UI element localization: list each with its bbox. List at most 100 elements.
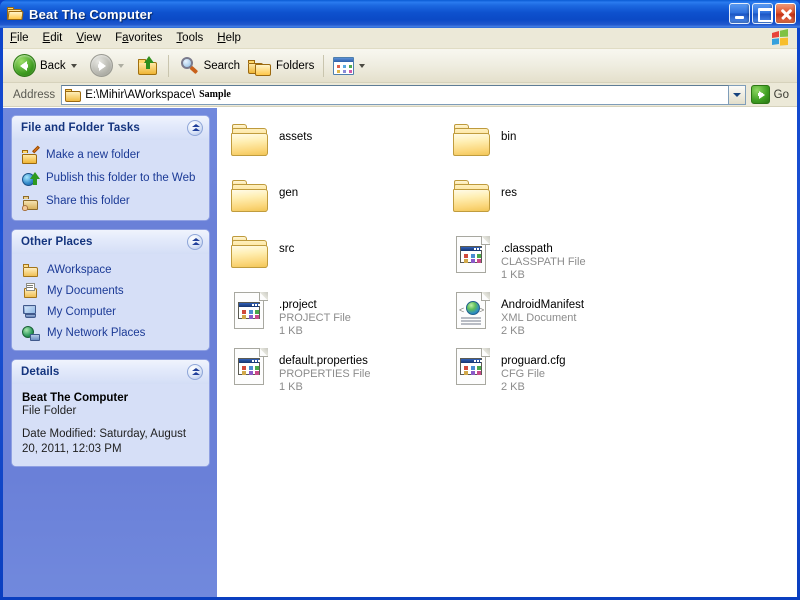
place-aworkspace[interactable]: AWorkspace — [22, 262, 201, 278]
file-list[interactable]: assets bin gen res src .classpath CLASSP… — [217, 108, 797, 597]
generic-file-icon — [229, 346, 273, 388]
main-area: File and Folder Tasks Make a new folder … — [3, 107, 797, 597]
window-controls — [729, 3, 796, 24]
list-item[interactable]: default.properties PROPERTIES File 1 KB — [227, 346, 449, 402]
task-share-folder[interactable]: Share this folder — [22, 194, 201, 211]
place-my-computer[interactable]: My Computer — [22, 304, 201, 320]
item-name: proguard.cfg — [501, 355, 566, 367]
item-type: CFG File — [501, 368, 545, 380]
explorer-window: Beat The Computer File Edit View Favorit… — [0, 0, 800, 600]
list-item[interactable]: proguard.cfg CFG File 2 KB — [449, 346, 671, 402]
toolbar-separator-2 — [323, 54, 325, 77]
my-documents-icon — [22, 283, 40, 299]
up-button[interactable] — [133, 52, 163, 80]
publish-web-icon — [22, 172, 40, 188]
task-make-new-folder[interactable]: Make a new folder — [22, 145, 201, 165]
back-dropdown-icon[interactable] — [70, 63, 77, 68]
menu-edit[interactable]: Edit — [36, 29, 70, 47]
panel-body: AWorkspace My Documents My Computer My N… — [12, 254, 209, 350]
list-item[interactable]: assets — [227, 122, 449, 178]
task-label: Share this folder — [46, 195, 130, 207]
item-size: 2 KB — [501, 325, 525, 337]
chevron-up-icon[interactable] — [187, 234, 203, 250]
item-name: .project — [279, 299, 317, 311]
maximize-button[interactable] — [752, 3, 773, 24]
forward-arrow-icon — [89, 54, 113, 77]
item-size: 1 KB — [279, 381, 303, 393]
folder-icon — [229, 122, 273, 164]
list-item[interactable]: .classpath CLASSPATH File 1 KB — [449, 234, 671, 290]
task-publish-to-web[interactable]: Publish this folder to the Web — [22, 171, 201, 188]
views-dropdown-icon[interactable] — [359, 63, 366, 68]
list-item[interactable]: src — [227, 234, 449, 290]
panel-body: Make a new folder Publish this folder to… — [12, 140, 209, 220]
list-item[interactable]: res — [449, 178, 671, 234]
folder-icon — [451, 178, 495, 220]
panel-header[interactable]: File and Folder Tasks — [12, 116, 209, 140]
list-item[interactable]: < > AndroidManifest XML Document 2 KB — [449, 290, 671, 346]
chevron-up-icon[interactable] — [187, 120, 203, 136]
views-button[interactable] — [329, 52, 374, 80]
title-bar: Beat The Computer — [0, 0, 800, 28]
generic-file-icon — [451, 346, 495, 388]
new-folder-icon — [22, 145, 40, 165]
panel-title: Other Places — [21, 236, 93, 248]
back-button[interactable]: Back — [9, 52, 86, 80]
generic-file-icon — [451, 234, 495, 276]
folder-icon — [229, 178, 273, 220]
file-grid: assets bin gen res src .classpath CLASSP… — [227, 122, 797, 402]
menu-bar: File Edit View Favorites Tools Help — [3, 28, 797, 49]
panel-other-places: Other Places AWorkspace My Documents My … — [12, 230, 209, 350]
place-label: My Computer — [47, 305, 117, 318]
task-pane: File and Folder Tasks Make a new folder … — [3, 108, 217, 597]
item-size: 1 KB — [501, 269, 525, 281]
menu-help[interactable]: Help — [210, 29, 248, 47]
panel-title: File and Folder Tasks — [21, 122, 140, 134]
close-button[interactable] — [775, 3, 796, 24]
list-item[interactable]: gen — [227, 178, 449, 234]
item-size: 2 KB — [501, 381, 525, 393]
item-type: PROPERTIES File — [279, 368, 371, 380]
go-arrow-icon — [750, 85, 770, 104]
windows-flag-icon — [772, 29, 788, 46]
share-folder-icon — [22, 195, 39, 211]
item-name: src — [279, 243, 295, 255]
window-folder-icon — [6, 6, 24, 22]
folder-icon — [229, 234, 273, 276]
panel-body: Beat The Computer File Folder Date Modif… — [12, 384, 209, 466]
list-item[interactable]: .project PROJECT File 1 KB — [227, 290, 449, 346]
search-button[interactable]: Search — [174, 52, 244, 80]
window-title: Beat The Computer — [29, 6, 153, 22]
folders-label: Folders — [276, 59, 315, 72]
panel-header[interactable]: Other Places — [12, 230, 209, 254]
network-places-icon — [22, 325, 40, 341]
minimize-button[interactable] — [729, 3, 750, 24]
place-label: My Network Places — [47, 326, 146, 339]
list-item[interactable]: bin — [449, 122, 671, 178]
place-my-network-places[interactable]: My Network Places — [22, 325, 201, 341]
window-body: File Edit View Favorites Tools Help Back — [3, 28, 797, 597]
address-input[interactable]: E:\Mihir\AWorkspace\ Sample — [61, 84, 729, 105]
address-dropdown-button[interactable] — [728, 84, 746, 105]
item-size: 1 KB — [279, 325, 303, 337]
forward-button[interactable] — [86, 52, 133, 80]
menu-view[interactable]: View — [69, 29, 108, 47]
menu-favorites[interactable]: Favorites — [108, 29, 169, 47]
menu-tools[interactable]: Tools — [169, 29, 210, 47]
item-type: PROJECT File — [279, 312, 351, 324]
task-label: Make a new folder — [46, 149, 140, 161]
item-name: assets — [279, 131, 313, 143]
address-label: Address — [13, 88, 56, 101]
go-button[interactable]: Go — [746, 85, 795, 104]
chevron-up-icon[interactable] — [187, 364, 203, 380]
item-name: res — [501, 187, 517, 199]
folders-button[interactable]: Folders — [244, 52, 318, 80]
xml-document-icon: < > — [451, 290, 495, 332]
item-type: XML Document — [501, 312, 577, 324]
menu-file[interactable]: File — [3, 29, 36, 47]
place-label: AWorkspace — [47, 263, 112, 276]
panel-header[interactable]: Details — [12, 360, 209, 384]
item-name: default.properties — [279, 355, 368, 367]
details-item-name: Beat The Computer — [22, 392, 129, 404]
place-my-documents[interactable]: My Documents — [22, 283, 201, 299]
